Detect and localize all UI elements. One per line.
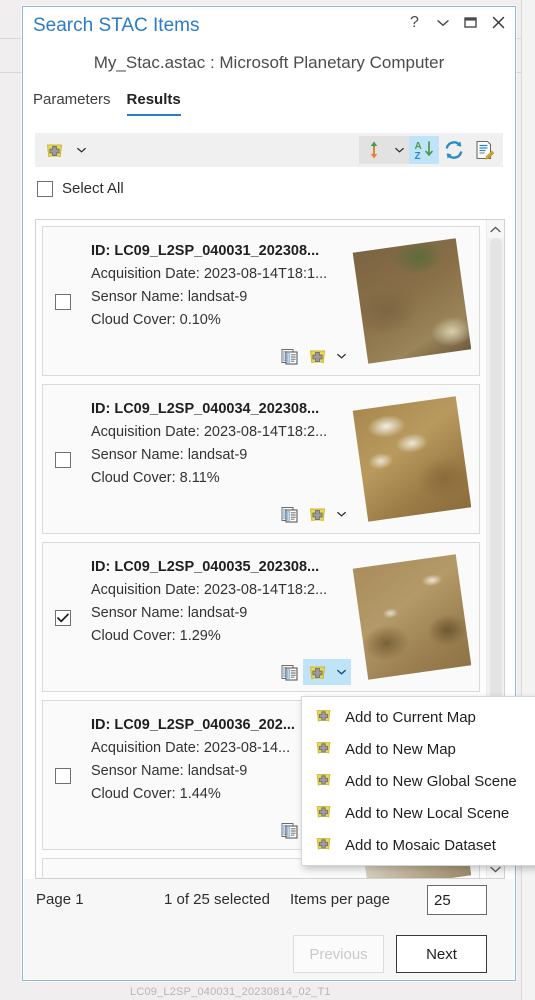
result-id: ID: LC09_L2SP_040031_202308... [91, 243, 320, 259]
select-all-row: Select All [23, 167, 515, 197]
select-all-checkbox[interactable] [37, 180, 53, 197]
chevron-down-icon[interactable] [434, 14, 451, 31]
result-card[interactable]: ID: LC09_L2SP_040035_202308... Acquisiti… [42, 542, 480, 692]
result-acquisition-date: Acquisition Date: 2023-08-14T18:2... [91, 424, 328, 440]
menu-add-to-current-map[interactable]: Add to Current Map [302, 701, 535, 733]
result-add-caret[interactable] [331, 343, 351, 369]
result-checkbox[interactable] [55, 610, 71, 626]
tab-bar: Parameters Results [23, 73, 515, 116]
result-add-to-map-button[interactable] [303, 501, 331, 527]
result-checkbox[interactable] [55, 768, 71, 784]
result-details: ID: LC09_L2SP_040035_202308... Acquisiti… [91, 559, 349, 651]
result-add-caret[interactable] [331, 659, 351, 685]
close-icon[interactable] [490, 14, 507, 31]
pagination-info-row: Page 1 1 of 25 selected Items per page [24, 879, 514, 923]
menu-add-to-mosaic-dataset[interactable]: Add to Mosaic Dataset [302, 829, 535, 861]
result-thumbnail-image [352, 554, 471, 680]
result-checkbox[interactable] [55, 294, 71, 310]
add-to-map-button[interactable] [39, 136, 69, 164]
result-thumbnail [349, 391, 471, 529]
result-thumbnail-image [352, 238, 471, 364]
result-cloud-cover: Cloud Cover: 1.29% [91, 628, 221, 644]
select-all-label: Select All [62, 180, 124, 197]
result-actions [275, 343, 351, 369]
sort-az-button[interactable]: A Z [409, 136, 439, 164]
scroll-up-icon[interactable] [487, 220, 504, 238]
add-basket-icon [314, 802, 333, 825]
next-button[interactable]: Next [396, 935, 487, 973]
result-details-button[interactable] [275, 659, 303, 685]
add-basket-icon [314, 770, 333, 793]
dialog-titlebar: Search STAC Items ? [23, 7, 515, 47]
backdrop-caption: LC09_L2SP_040031_20230814_02_T1 [130, 986, 331, 998]
result-acquisition-date: Acquisition Date: 2023-08-14T18:1... [91, 266, 328, 282]
tab-results[interactable]: Results [126, 91, 181, 116]
result-cloud-cover: Cloud Cover: 0.10% [91, 312, 221, 328]
maximize-icon[interactable] [462, 14, 479, 31]
add-to-map-caret[interactable] [71, 136, 91, 164]
result-details: ID: LC09_L2SP_040031_202308... Acquisiti… [91, 243, 349, 335]
window-controls: ? [406, 14, 507, 31]
menu-add-to-new-map[interactable]: Add to New Map [302, 733, 535, 765]
add-basket-icon [314, 834, 333, 857]
menu-item-label: Add to New Map [345, 740, 456, 758]
sort-direction-caret[interactable] [389, 136, 409, 164]
tab-parameters[interactable]: Parameters [33, 91, 111, 116]
help-icon[interactable]: ? [406, 14, 423, 31]
toolbar-right-group: A Z [359, 136, 499, 164]
result-id: ID: LC09_L2SP_040034_202308... [91, 401, 320, 417]
result-details-button[interactable] [275, 817, 303, 843]
result-details-button[interactable] [275, 343, 303, 369]
result-actions [275, 659, 351, 685]
result-add-to-map-button[interactable] [303, 343, 331, 369]
results-toolbar: A Z [35, 133, 503, 167]
items-per-page-input[interactable] [427, 885, 487, 915]
result-add-to-map-button[interactable] [303, 659, 331, 685]
result-thumbnail-image [352, 396, 471, 522]
add-to-map-context-menu: Add to Current Map Add to New Map Add to… [301, 696, 535, 866]
result-acquisition-date: Acquisition Date: 2023-08-14T18:2... [91, 582, 328, 598]
menu-item-label: Add to New Local Scene [345, 804, 510, 822]
menu-item-label: Add to Current Map [345, 708, 476, 726]
result-checkbox[interactable] [55, 452, 71, 468]
sort-direction-group [359, 136, 409, 164]
menu-item-label: Add to New Global Scene [345, 772, 517, 790]
edit-details-button[interactable] [469, 136, 499, 164]
result-card[interactable]: ID: LC09_L2SP_040034_202308... Acquisiti… [42, 384, 480, 534]
result-sensor-name: Sensor Name: landsat-9 [91, 447, 248, 463]
result-details-button[interactable] [275, 501, 303, 527]
menu-add-to-new-global-scene[interactable]: Add to New Global Scene [302, 765, 535, 797]
dialog-subtitle: My_Stac.astac : Microsoft Planetary Comp… [93, 53, 445, 72]
svg-text:Z: Z [415, 151, 421, 161]
result-thumbnail [349, 549, 471, 687]
previous-button[interactable]: Previous [293, 935, 384, 973]
sort-direction-button[interactable] [359, 136, 389, 164]
result-id: ID: LC09_L2SP_040035_202308... [91, 559, 320, 575]
result-sensor-name: Sensor Name: landsat-9 [91, 605, 248, 621]
menu-add-to-new-local-scene[interactable]: Add to New Local Scene [302, 797, 535, 829]
selection-count-label: 1 of 25 selected [164, 891, 270, 908]
items-per-page-label: Items per page [289, 891, 390, 908]
pagination-buttons: Previous Next [293, 935, 487, 973]
dialog-title: Search STAC Items [33, 15, 200, 36]
refresh-button[interactable] [439, 136, 469, 164]
result-cloud-cover: Cloud Cover: 8.11% [91, 470, 220, 486]
result-actions [275, 501, 351, 527]
add-basket-icon [314, 706, 333, 729]
result-sensor-name: Sensor Name: landsat-9 [91, 289, 248, 305]
page-label: Page 1 [36, 891, 84, 908]
toolbar-left-group [39, 136, 91, 164]
menu-item-label: Add to Mosaic Dataset [345, 836, 496, 854]
result-thumbnail [349, 233, 471, 371]
search-stac-items-dialog: Search STAC Items ? My_Stac.astac : Micr… [22, 6, 535, 981]
result-add-caret[interactable] [331, 501, 351, 527]
dialog-footer: Page 1 1 of 25 selected Items per page P… [24, 879, 514, 979]
result-card[interactable]: ID: LC09_L2SP_040031_202308... Acquisiti… [42, 226, 480, 376]
add-basket-icon [314, 738, 333, 761]
result-details: ID: LC09_L2SP_040034_202308... Acquisiti… [91, 401, 349, 493]
